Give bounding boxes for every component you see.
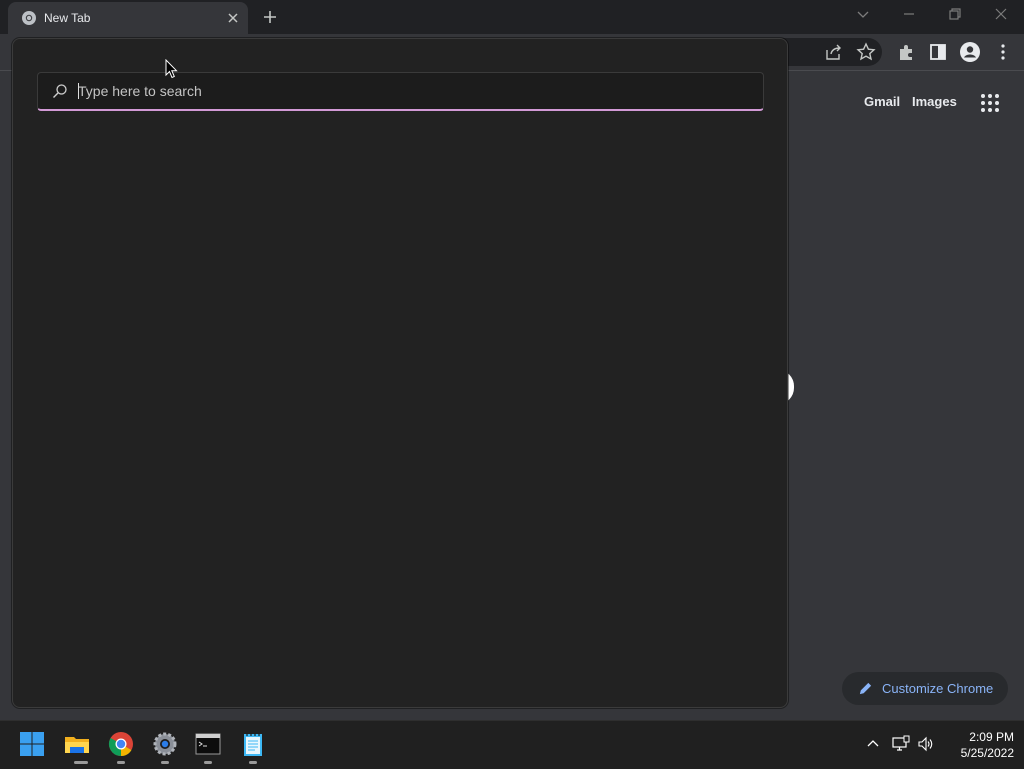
file-explorer-icon[interactable] xyxy=(64,731,90,757)
bookmark-star-icon[interactable] xyxy=(855,41,877,63)
taskbar: 2:09 PM 5/25/2022 xyxy=(0,720,1024,769)
tab-new-tab[interactable]: New Tab xyxy=(8,2,248,34)
terminal-icon[interactable] xyxy=(195,731,221,757)
clock-date: 5/25/2022 xyxy=(960,746,1014,760)
menu-icon[interactable] xyxy=(992,41,1014,63)
profile-icon[interactable] xyxy=(959,41,981,63)
minimize-icon[interactable] xyxy=(899,4,919,24)
extensions-icon[interactable] xyxy=(895,41,917,63)
running-indicator xyxy=(74,761,88,764)
search-input[interactable] xyxy=(78,79,748,103)
running-indicator xyxy=(249,761,257,764)
start-icon[interactable] xyxy=(19,731,45,757)
share-icon[interactable] xyxy=(823,41,845,63)
customize-chrome-button[interactable]: Customize Chrome xyxy=(842,672,1008,705)
notepad-icon[interactable] xyxy=(240,731,266,757)
chevron-up-icon[interactable] xyxy=(864,735,882,753)
chrome-favicon-icon xyxy=(22,11,36,25)
close-window-icon[interactable] xyxy=(991,4,1011,24)
system-clock[interactable]: 2:09 PM 5/25/2022 xyxy=(940,729,1014,761)
new-tab-plus-icon[interactable] xyxy=(259,6,281,28)
tab-search-chevron-icon[interactable] xyxy=(853,4,873,24)
search-popup xyxy=(12,38,788,708)
close-tab-icon[interactable] xyxy=(224,9,242,27)
pencil-icon xyxy=(859,682,872,695)
running-indicator xyxy=(204,761,212,764)
tab-title: New Tab xyxy=(44,11,91,25)
tab-strip: New Tab xyxy=(0,0,1024,34)
images-link[interactable]: Images xyxy=(912,94,957,109)
volume-icon[interactable] xyxy=(917,735,935,753)
running-indicator xyxy=(117,761,125,764)
mouse-cursor-icon xyxy=(165,59,178,79)
settings-icon[interactable] xyxy=(152,731,178,757)
search-box[interactable] xyxy=(37,72,764,111)
running-indicator xyxy=(161,761,169,764)
customize-chrome-label: Customize Chrome xyxy=(882,681,994,696)
network-icon[interactable] xyxy=(892,735,910,753)
gmail-link[interactable]: Gmail xyxy=(864,94,900,109)
chrome-icon[interactable] xyxy=(108,731,134,757)
google-apps-icon[interactable] xyxy=(979,92,1001,114)
restore-icon[interactable] xyxy=(945,4,965,24)
side-panel-icon[interactable] xyxy=(927,41,949,63)
text-caret xyxy=(78,83,79,99)
clock-time: 2:09 PM xyxy=(969,730,1014,744)
search-icon xyxy=(53,84,67,98)
